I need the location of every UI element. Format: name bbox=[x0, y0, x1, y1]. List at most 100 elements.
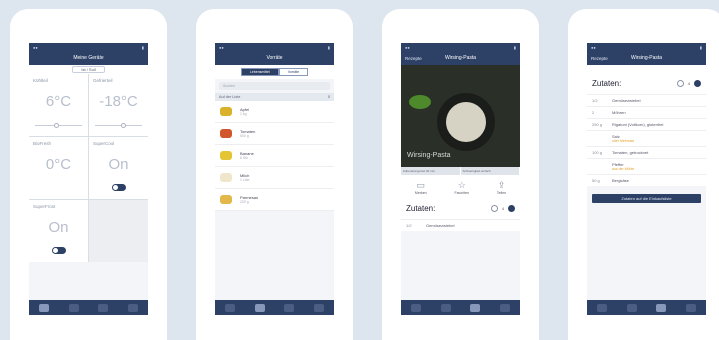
tab-more-icon[interactable] bbox=[128, 303, 139, 312]
phone-mockup-1: ●● ▮ Meine Geräte Ist / Soll Kühlteil 6°C… bbox=[10, 9, 167, 340]
share-button[interactable]: ⇪ Teilen bbox=[497, 180, 506, 195]
ingredient-row: Pfeffer aus der Mühle bbox=[587, 158, 706, 174]
list-item[interactable]: Milch 1 Liter bbox=[215, 167, 334, 189]
ingredient-row: 1/2 Gemüsezwiebel bbox=[587, 94, 706, 106]
slider-knob[interactable] bbox=[120, 123, 126, 128]
ingredient-name: Tomaten, getrocknet bbox=[612, 150, 649, 155]
monitor-icon: ▭ bbox=[416, 180, 426, 190]
food-thumbnail bbox=[220, 195, 232, 204]
plus-servings-button[interactable] bbox=[694, 80, 701, 87]
pasta-dish bbox=[446, 102, 486, 142]
minus-servings-button[interactable] bbox=[676, 80, 684, 87]
phone-mockup-2: ●● ▮ Vorräte Lebensmittel Vorräte Suchen … bbox=[196, 9, 353, 340]
phone-mockup-3: ●● ▮ Rezepte Wirsing-Pasta Wirsing-Pasta … bbox=[382, 9, 539, 340]
section-header: Auf der Liste 5 bbox=[215, 93, 334, 101]
minus-servings-button[interactable] bbox=[490, 205, 498, 212]
ingredients-header: Zutaten: 4 bbox=[587, 65, 706, 94]
herb-garnish bbox=[409, 95, 431, 109]
item-amount: 1 kg bbox=[240, 112, 247, 116]
ingredient-qty: 2 bbox=[592, 110, 595, 115]
ingredient-qty bbox=[592, 162, 612, 171]
phone-mockup-4: ●● ▮ Rezepte Wirsing-Pasta Zutaten: 4 1/2… bbox=[568, 9, 719, 340]
status-bar: ●● ▮ bbox=[587, 43, 706, 51]
ingredients-header: Zutaten: 4 bbox=[401, 198, 520, 219]
tab-more-icon[interactable] bbox=[314, 303, 325, 312]
tab-home-icon[interactable] bbox=[224, 303, 235, 312]
ingredient-row: 2 Möhren bbox=[587, 106, 706, 118]
bookmark-button[interactable]: ▭ Merken bbox=[415, 180, 427, 195]
tab-supplies[interactable]: Vorräte bbox=[278, 68, 309, 76]
tab-more-icon[interactable] bbox=[686, 303, 697, 312]
food-list: Apfel 1 kg Tomaten 500 g Banane 6 Stk Milch 1 L… bbox=[215, 101, 334, 211]
food-thumbnail bbox=[220, 173, 232, 182]
list-item[interactable]: Parmesan 200 g bbox=[215, 189, 334, 211]
screen-recipe-detail: ●● ▮ Rezepte Wirsing-Pasta Wirsing-Pasta … bbox=[401, 43, 520, 315]
search-input[interactable]: Suchen bbox=[219, 82, 330, 90]
item-amount: 6 Stk bbox=[240, 156, 248, 160]
biofresh-cell: BioFresh 0°C bbox=[29, 137, 88, 199]
nav-bar: Rezepte Wirsing-Pasta bbox=[587, 51, 706, 65]
slider-knob[interactable] bbox=[53, 123, 59, 128]
tab-food[interactable]: Lebensmittel bbox=[240, 68, 279, 76]
back-button[interactable]: Rezepte bbox=[405, 56, 422, 61]
ingredient-qty bbox=[592, 134, 612, 143]
tab-recipes-icon[interactable] bbox=[284, 303, 295, 312]
tab-recipes-icon[interactable] bbox=[470, 303, 481, 312]
nav-bar: Rezepte Wirsing-Pasta bbox=[401, 51, 520, 65]
tab-food-icon[interactable] bbox=[68, 303, 79, 312]
ingredient-row: Salz oder Meersalz bbox=[587, 130, 706, 146]
nav-bar: Vorräte bbox=[215, 51, 334, 65]
food-thumbnail bbox=[220, 107, 232, 116]
fridge-temp-cell[interactable]: Kühlteil 6°C bbox=[29, 74, 88, 136]
tab-bar bbox=[401, 300, 520, 315]
favorite-button[interactable]: ☆ Favoriten bbox=[454, 180, 469, 195]
status-bar: ●● ▮ bbox=[401, 43, 520, 51]
ingredient-name: Bergkäse bbox=[612, 178, 629, 183]
ingredient-name: Möhren bbox=[612, 110, 626, 115]
screen-appliance-control: ●● ▮ Meine Geräte Ist / Soll Kühlteil 6°C… bbox=[29, 43, 148, 315]
ingredient-row: 250 g Rigatoni (Vollkorn), glutenfrei bbox=[587, 118, 706, 130]
ingredient-row: 100 g Tomaten, getrocknet bbox=[587, 146, 706, 158]
ingredient-alt: oder Meersalz bbox=[612, 139, 635, 143]
freezer-temp-slider[interactable] bbox=[95, 123, 142, 128]
tab-home-icon[interactable] bbox=[38, 303, 49, 312]
ingredient-row: 50 g Bergkäse bbox=[587, 174, 706, 186]
tab-more-icon[interactable] bbox=[500, 303, 511, 312]
control-grid: Kühlteil 6°C Gefrierteil -18°C BioFresh … bbox=[29, 74, 148, 262]
freezer-temp-cell[interactable]: Gefrierteil -18°C bbox=[89, 74, 148, 136]
plus-servings-button[interactable] bbox=[508, 205, 515, 212]
unit-segment[interactable]: Ist / Soll bbox=[29, 65, 148, 74]
ingredient-row: 1/2 Gemüsezwiebel bbox=[401, 219, 520, 231]
ingredient-alt: aus der Mühle bbox=[612, 167, 635, 171]
nav-title: Meine Geräte bbox=[73, 55, 104, 61]
back-button[interactable]: Rezepte bbox=[591, 56, 608, 61]
screen-food-list: ●● ▮ Vorräte Lebensmittel Vorräte Suchen … bbox=[215, 43, 334, 315]
ingredient-name: Rigatoni (Vollkorn), glutenfrei bbox=[612, 122, 664, 127]
tab-bar bbox=[215, 300, 334, 315]
recipe-actions: ▭ Merken ☆ Favoriten ⇪ Teilen bbox=[401, 175, 520, 198]
ingredient-name: Gemüsezwiebel bbox=[612, 98, 641, 103]
list-item[interactable]: Tomaten 500 g bbox=[215, 123, 334, 145]
tab-food-icon[interactable] bbox=[254, 303, 265, 312]
tab-home-icon[interactable] bbox=[596, 303, 607, 312]
fridge-temp-slider[interactable] bbox=[35, 123, 82, 128]
list-item[interactable]: Apfel 1 kg bbox=[215, 101, 334, 123]
superfrost-toggle[interactable] bbox=[51, 247, 66, 254]
ingredient-qty: 100 g bbox=[592, 150, 603, 155]
tab-food-icon[interactable] bbox=[440, 303, 451, 312]
star-icon: ☆ bbox=[457, 180, 466, 190]
nav-title: Vorräte bbox=[266, 55, 283, 61]
tab-food-icon[interactable] bbox=[626, 303, 637, 312]
tab-recipes-icon[interactable] bbox=[98, 303, 109, 312]
nav-bar: Meine Geräte bbox=[29, 51, 148, 65]
supercool-cell: SuperCool On bbox=[89, 137, 148, 199]
tab-home-icon[interactable] bbox=[410, 303, 421, 312]
supercool-toggle[interactable] bbox=[111, 184, 126, 191]
tab-recipes-icon[interactable] bbox=[656, 303, 667, 312]
list-segment-control: Lebensmittel Vorräte bbox=[215, 65, 334, 79]
list-item[interactable]: Banane 6 Stk bbox=[215, 145, 334, 167]
servings-count: 4 bbox=[687, 81, 690, 86]
add-to-shopping-list-button[interactable]: Zutaten auf die Einkaufsliste bbox=[592, 194, 701, 203]
superfrost-cell: SuperFrost On bbox=[29, 200, 88, 262]
item-amount: 500 g bbox=[240, 134, 249, 138]
